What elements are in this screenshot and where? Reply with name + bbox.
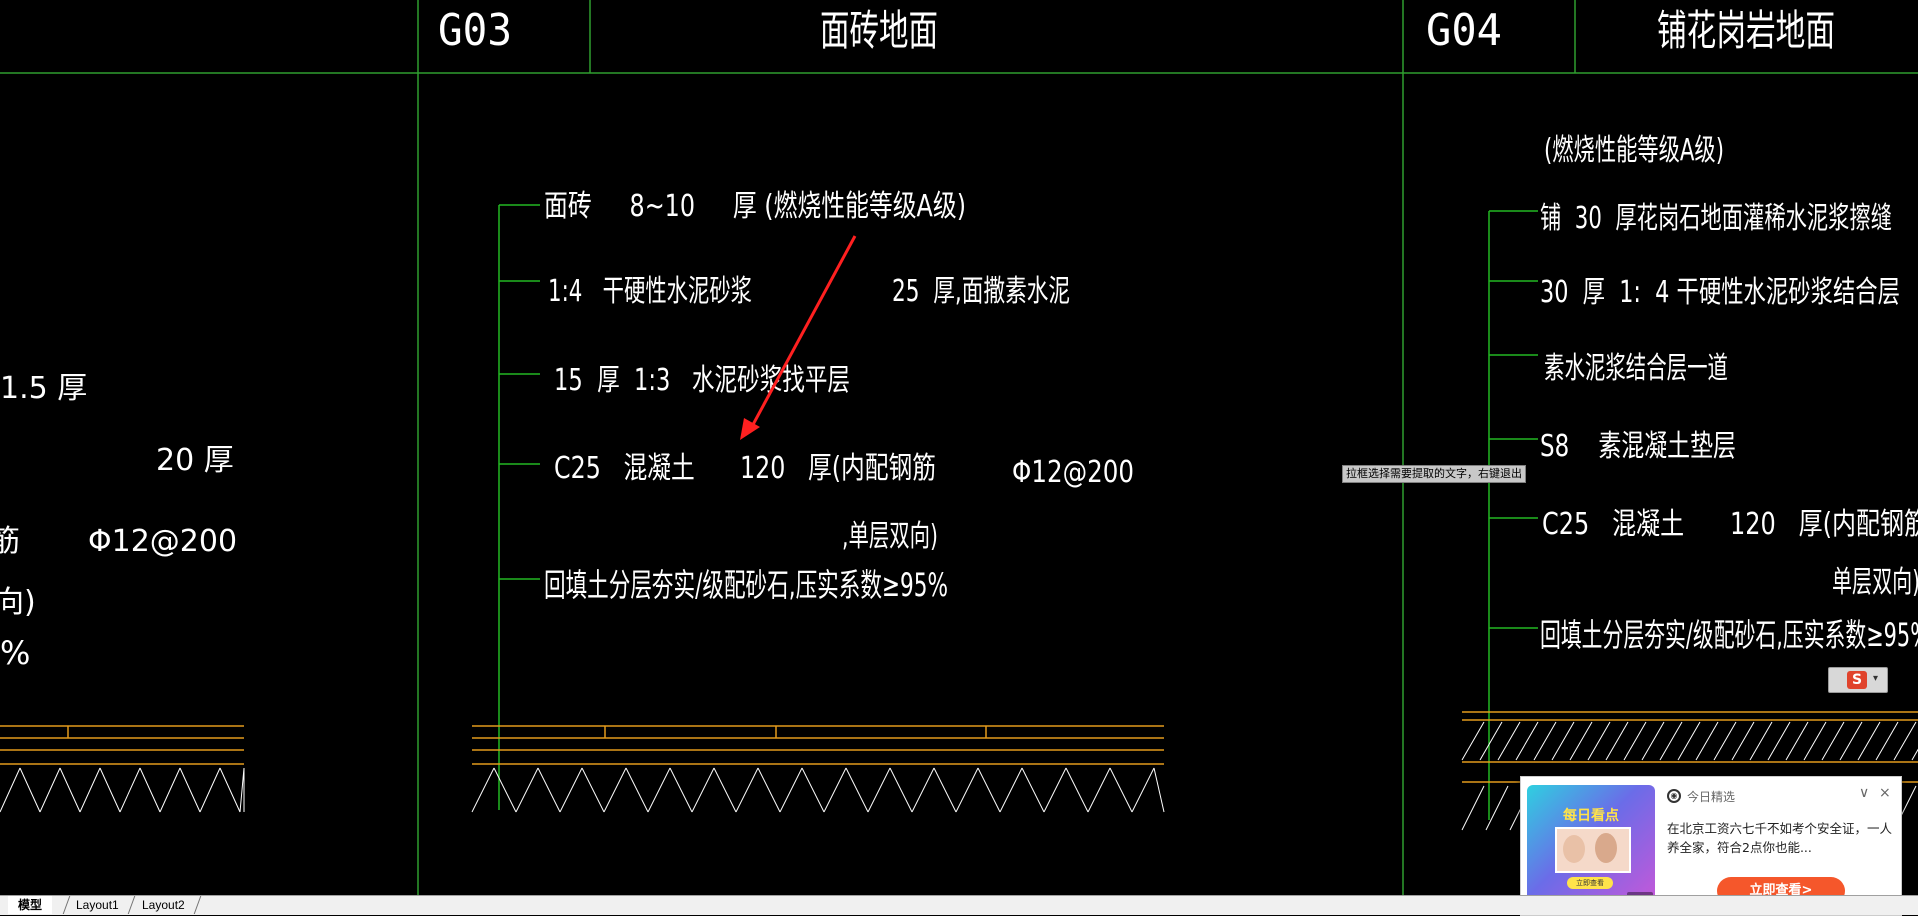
red-arrow-annotation: [740, 235, 857, 440]
ad-thumbnail[interactable]: 每日看点 立即查看 广告: [1527, 785, 1655, 909]
g04-layer-2: 30 厚 1: 4 干硬性水泥砂浆结合层: [1540, 275, 1900, 310]
g04-fire-rating: (燃烧性能等级A级): [1544, 133, 1724, 168]
close-icon[interactable]: ×: [1879, 785, 1891, 801]
g04-layer-5b: 单层双向): [1832, 565, 1918, 600]
g04-panel: (燃烧性能等级A级) 铺 30 厚花岗石地面灌稀水泥浆擦缝 30 厚 1: 4 …: [1461, 133, 1918, 831]
tab-layout1[interactable]: Layout1: [66, 896, 129, 914]
tab-model[interactable]: 模型: [8, 896, 53, 914]
g03-layer-2a: 1:4 干硬性水泥砂浆: [548, 274, 752, 309]
left-text-3: 筋: [0, 524, 20, 559]
ad-thumb-photo: [1555, 827, 1631, 873]
g03-code: G03: [438, 5, 512, 56]
g03-layer-1: 面砖 8~10 厚 (燃烧性能等级A级): [544, 189, 966, 224]
left-panel: 1.5 厚 20 厚 筋 Φ12@200 向) %: [0, 371, 245, 813]
g03-panel: 面砖 8~10 厚 (燃烧性能等级A级) 1:4 干硬性水泥砂浆 25 厚,面撒…: [471, 189, 1165, 813]
layout-tab-bar: 模型 Layout1 Layout2: [0, 895, 1918, 915]
g04-layer-4: S8 素混凝土垫层: [1540, 429, 1736, 464]
ad-thumb-button: 立即查看: [1567, 877, 1613, 889]
sogou-ime-icon[interactable]: S: [1847, 671, 1867, 689]
ad-source-label: 今日精选: [1687, 790, 1736, 804]
g04-layer-1: 铺 30 厚花岗石地面灌稀水泥浆擦缝: [1540, 201, 1892, 236]
ime-status-widget[interactable]: S ▾: [1828, 667, 1888, 693]
left-text-6: %: [0, 634, 30, 672]
ad-thumb-title: 每日看点: [1563, 808, 1619, 824]
extract-text-tooltip: 拉框选择需要提取的文字，右键退出: [1342, 465, 1526, 483]
tab-layout2[interactable]: Layout2: [132, 896, 195, 914]
cad-drawing-canvas[interactable]: G03 面砖地面 G04 铺花岗岩地面 1.5 厚 20 厚 筋 Φ12@200…: [0, 0, 1918, 895]
g03-layer-4c: ,单层双向): [842, 519, 938, 554]
minimize-icon[interactable]: ∨: [1859, 785, 1869, 801]
g04-layer-6: 回填土分层夯实/级配砂石,压实系数≥95%: [1540, 616, 1918, 654]
left-text-5: 向): [0, 585, 36, 620]
chevron-down-icon[interactable]: ▾: [1873, 673, 1878, 684]
g03-title: 面砖地面: [820, 6, 938, 55]
g04-title: 铺花岗岩地面: [1657, 6, 1835, 55]
g03-layer-3: 15 厚 1:3 水泥砂浆找平层: [554, 363, 850, 398]
left-text-1: 1.5 厚: [0, 371, 87, 406]
g03-layer-4a: C25 混凝土 120 厚(内配钢筋: [554, 451, 936, 486]
left-text-4: Φ12@200: [88, 524, 237, 559]
today-pick-icon: ◉: [1667, 789, 1681, 803]
ad-message[interactable]: 在北京工资六七千不如考个安全证，一人养全家，符合2点你也能...: [1667, 819, 1893, 857]
left-text-2: 20 厚: [156, 443, 234, 478]
g03-layer-4b: Φ12@200: [1012, 455, 1134, 490]
g04-layer-3: 素水泥浆结合层一道: [1544, 351, 1728, 386]
g03-layer-5: 回填土分层夯实/级配砂石,压实系数≥95%: [544, 566, 948, 604]
g04-layer-5: C25 混凝土 120 厚(内配钢筋: [1542, 507, 1918, 542]
g03-layer-2b: 25 厚,面撒素水泥: [892, 274, 1070, 309]
g04-code: G04: [1426, 5, 1502, 56]
